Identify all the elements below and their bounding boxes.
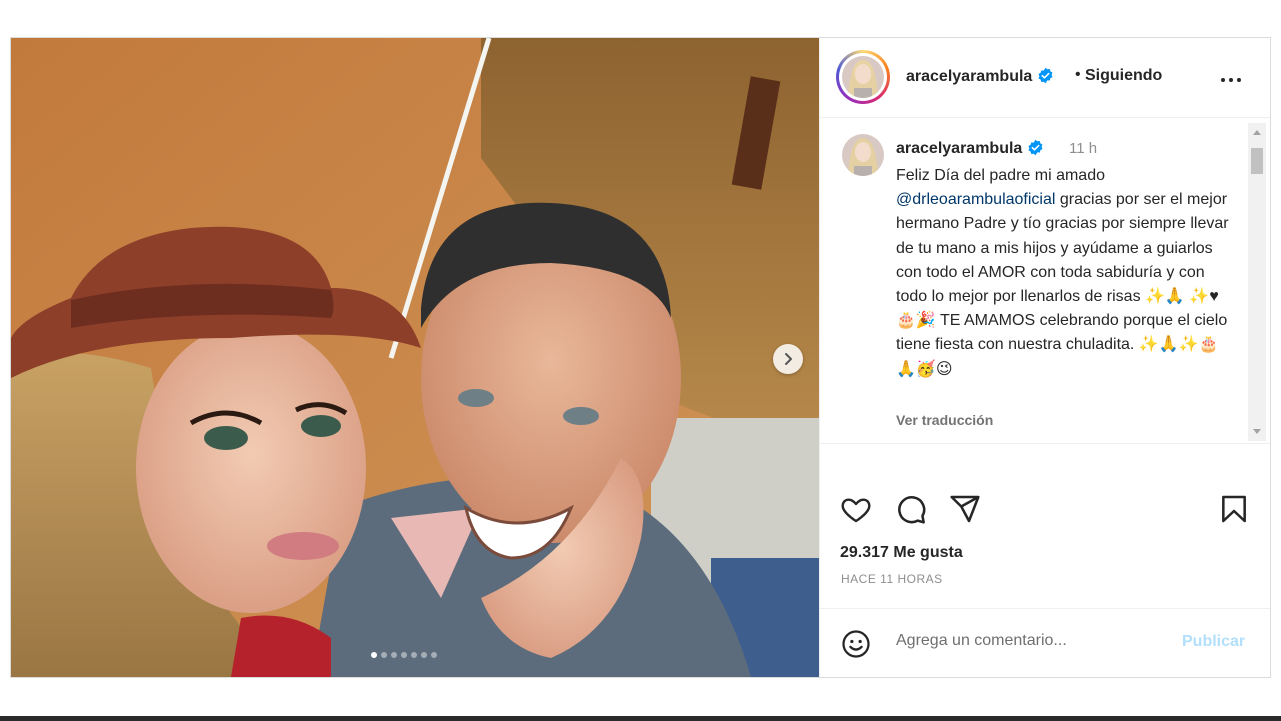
verified-badge-icon [1028,139,1043,156]
post-time[interactable]: HACE 11 HORAS [841,572,943,586]
caption-area: aracelyarambula 11 h Feliz Día del padre… [820,118,1270,443]
comment-icon[interactable] [895,493,927,525]
header-separator: • [1075,66,1081,83]
post-side-panel: aracelyarambula • Siguiendo aracelyaramb… [819,38,1270,677]
carousel-dot [431,652,437,658]
carousel-dot [381,652,387,658]
bookmark-icon[interactable] [1218,493,1250,525]
carousel-dot [401,652,407,658]
carousel-dot [411,652,417,658]
carousel-dot [371,652,377,658]
caption-body: gracias por ser el mejor hermano Padre y… [896,191,1234,378]
scroll-thumb[interactable] [1251,148,1263,174]
carousel-dot [391,652,397,658]
post-header: aracelyarambula • Siguiendo [820,38,1270,118]
caption-username[interactable]: aracelyarambula [896,139,1044,158]
emoji-icon[interactable] [841,629,871,659]
comment-bar: Publicar [820,608,1270,677]
next-slide-button[interactable] [773,344,803,374]
carousel-indicator [371,652,437,658]
selfie-photo [11,38,819,677]
caption-line1: Feliz Día del padre mi amado [896,167,1105,184]
verified-badge-icon [1038,67,1053,84]
story-ring[interactable] [836,50,890,104]
post-card: aracelyarambula • Siguiendo aracelyaramb… [10,37,1271,678]
post-media[interactable] [11,38,819,677]
share-icon[interactable] [949,493,981,525]
following-button[interactable]: Siguiendo [1085,67,1162,85]
caption-text: Feliz Día del padre mi amado @drleoaramb… [896,164,1236,382]
scroll-up-arrow[interactable] [1253,130,1261,135]
publish-button[interactable]: Publicar [1182,633,1245,651]
caption-scrollbar[interactable] [1248,123,1266,441]
header-username[interactable]: aracelyarambula [906,67,1054,86]
avatar [842,56,884,98]
heart-icon[interactable] [840,493,872,525]
see-translation-link[interactable]: Ver traducción [896,412,993,428]
comment-input[interactable] [894,631,1168,651]
header-username-text[interactable]: aracelyarambula [906,68,1032,85]
action-bar: 29.317 Me gusta HACE 11 HORAS [820,443,1270,609]
likes-count[interactable]: 29.317 Me gusta [840,544,963,562]
caption-avatar[interactable] [842,134,884,176]
caption-username-text[interactable]: aracelyarambula [896,140,1022,157]
mention-link[interactable]: @drleoarambulaoficial [896,191,1055,208]
more-options-icon[interactable] [1219,68,1243,92]
chevron-right-icon [785,353,792,365]
caption-timestamp[interactable]: 11 h [1069,140,1097,157]
carousel-dot [421,652,427,658]
page-bottom-border [0,716,1281,721]
scroll-down-arrow[interactable] [1253,429,1261,434]
